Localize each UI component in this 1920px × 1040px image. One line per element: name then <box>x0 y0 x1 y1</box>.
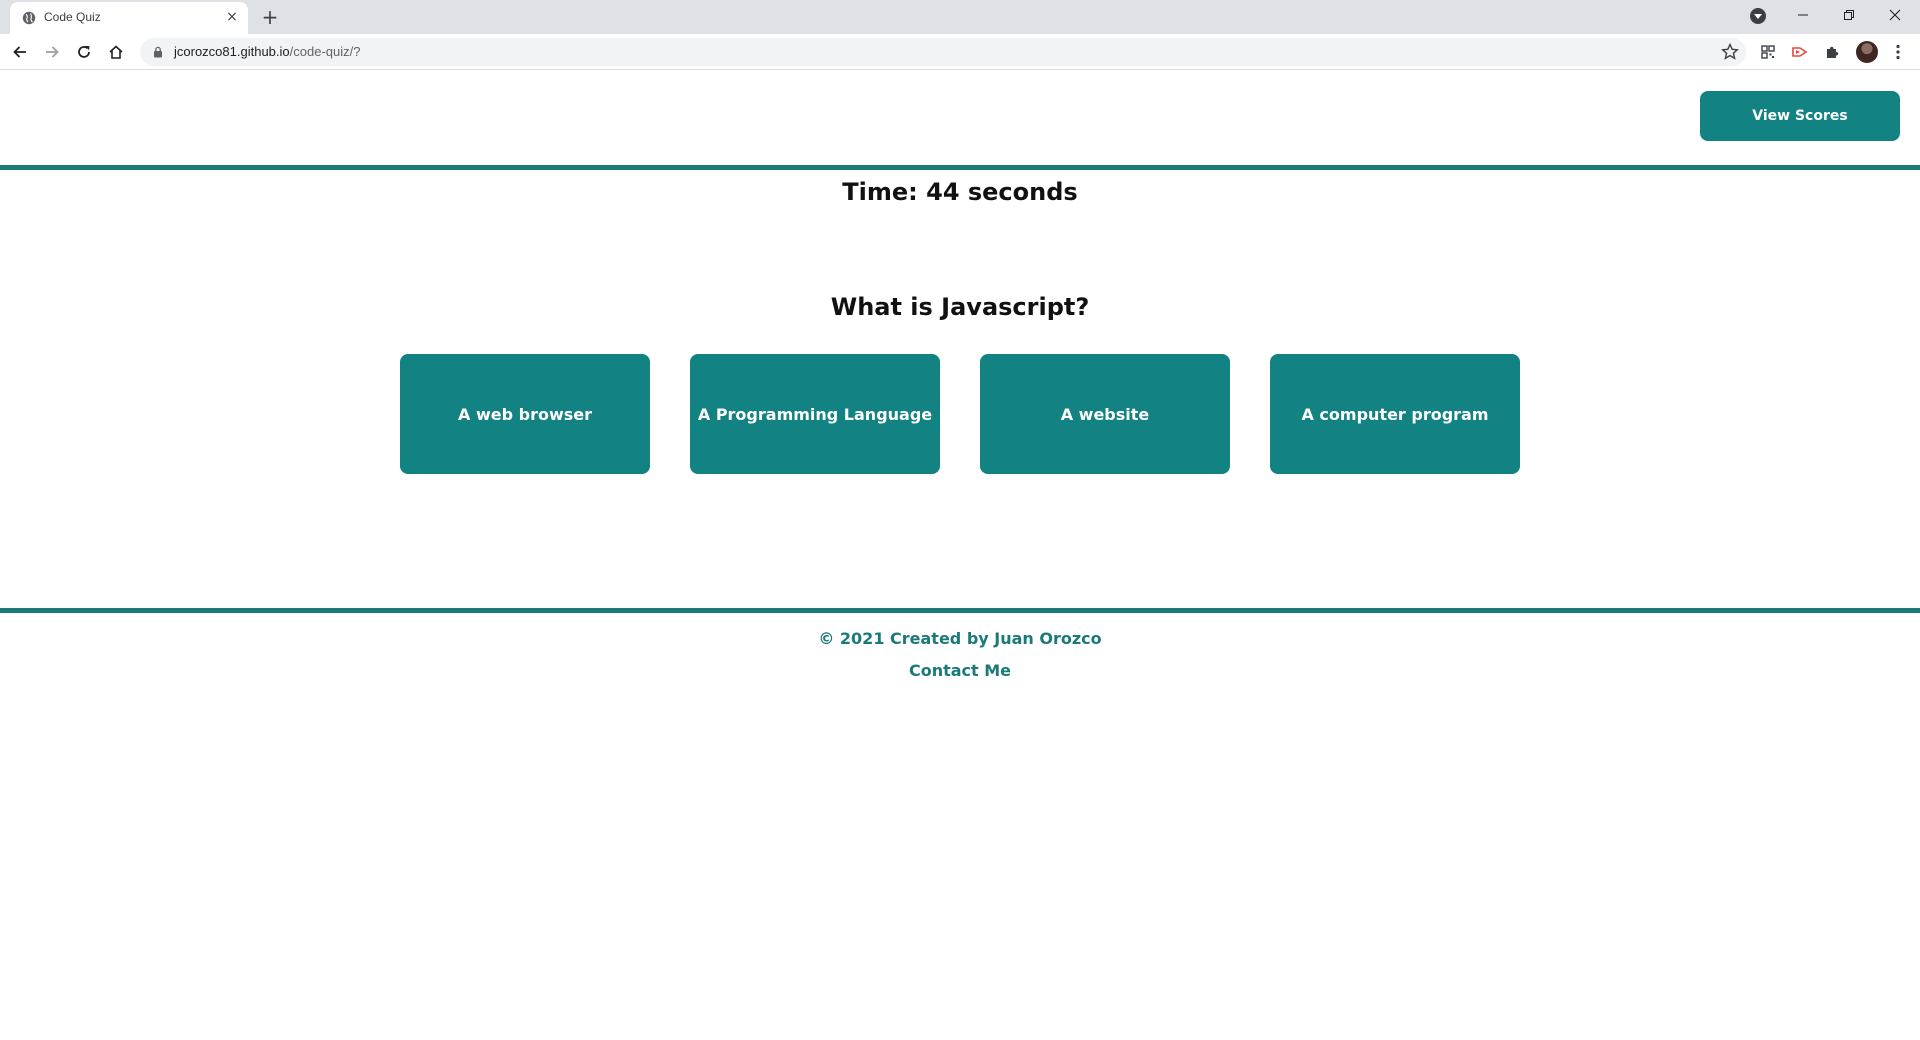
footer-divider <box>0 608 1920 613</box>
globe-icon <box>22 11 36 25</box>
tab-title: Code Quiz <box>44 10 101 24</box>
view-scores-button[interactable]: View Scores <box>1700 91 1900 141</box>
footer-contact: Contact Me <box>0 661 1920 680</box>
page-content: View Scores Time: 44 seconds What is Jav… <box>0 71 1920 1040</box>
answer-button-1[interactable]: A web browser <box>400 354 650 474</box>
qr-code-extension-icon[interactable] <box>1758 42 1778 62</box>
browser-tabstrip: Code Quiz × + <box>0 0 1920 34</box>
new-tab-icon[interactable]: + <box>258 6 282 30</box>
browser-menu-icon[interactable] <box>1888 42 1908 62</box>
tab-close-icon[interactable]: × <box>222 7 242 27</box>
restore-icon[interactable] <box>1826 0 1872 30</box>
url-text: jcorozco81.github.io/code-quiz/? <box>174 44 360 59</box>
question-text: What is Javascript? <box>830 293 1090 321</box>
minimize-icon[interactable] <box>1780 0 1826 30</box>
header-divider <box>0 165 1920 170</box>
back-arrow-icon[interactable] <box>10 42 30 62</box>
answer-button-2[interactable]: A Programming Language <box>690 354 940 474</box>
bookmark-star-icon[interactable] <box>1720 42 1740 62</box>
timer-text: Time: 44 seconds <box>842 178 1078 206</box>
reload-icon[interactable] <box>74 42 94 62</box>
contact-me-link[interactable]: Contact Me <box>909 661 1011 680</box>
home-icon[interactable] <box>106 42 126 62</box>
forward-arrow-icon[interactable] <box>42 42 62 62</box>
profile-avatar[interactable] <box>1856 41 1878 63</box>
answer-button-4[interactable]: A computer program <box>1270 354 1520 474</box>
browser-toolbar: jcorozco81.github.io/code-quiz/? <box>0 34 1920 70</box>
close-window-icon[interactable] <box>1872 0 1918 30</box>
tab-search-icon[interactable] <box>1750 8 1766 24</box>
answer-button-3[interactable]: A website <box>980 354 1230 474</box>
url-path: /code-quiz/? <box>289 44 361 59</box>
lock-icon <box>154 46 162 58</box>
browser-tab[interactable]: Code Quiz × <box>10 2 248 34</box>
footer-credit: © 2021 Created by Juan Orozco <box>818 629 1102 648</box>
address-bar[interactable]: jcorozco81.github.io/code-quiz/? <box>140 38 1746 66</box>
url-host: jcorozco81.github.io <box>174 44 290 59</box>
extensions-puzzle-icon[interactable] <box>1822 42 1842 62</box>
cast-extension-icon[interactable] <box>1790 42 1810 62</box>
